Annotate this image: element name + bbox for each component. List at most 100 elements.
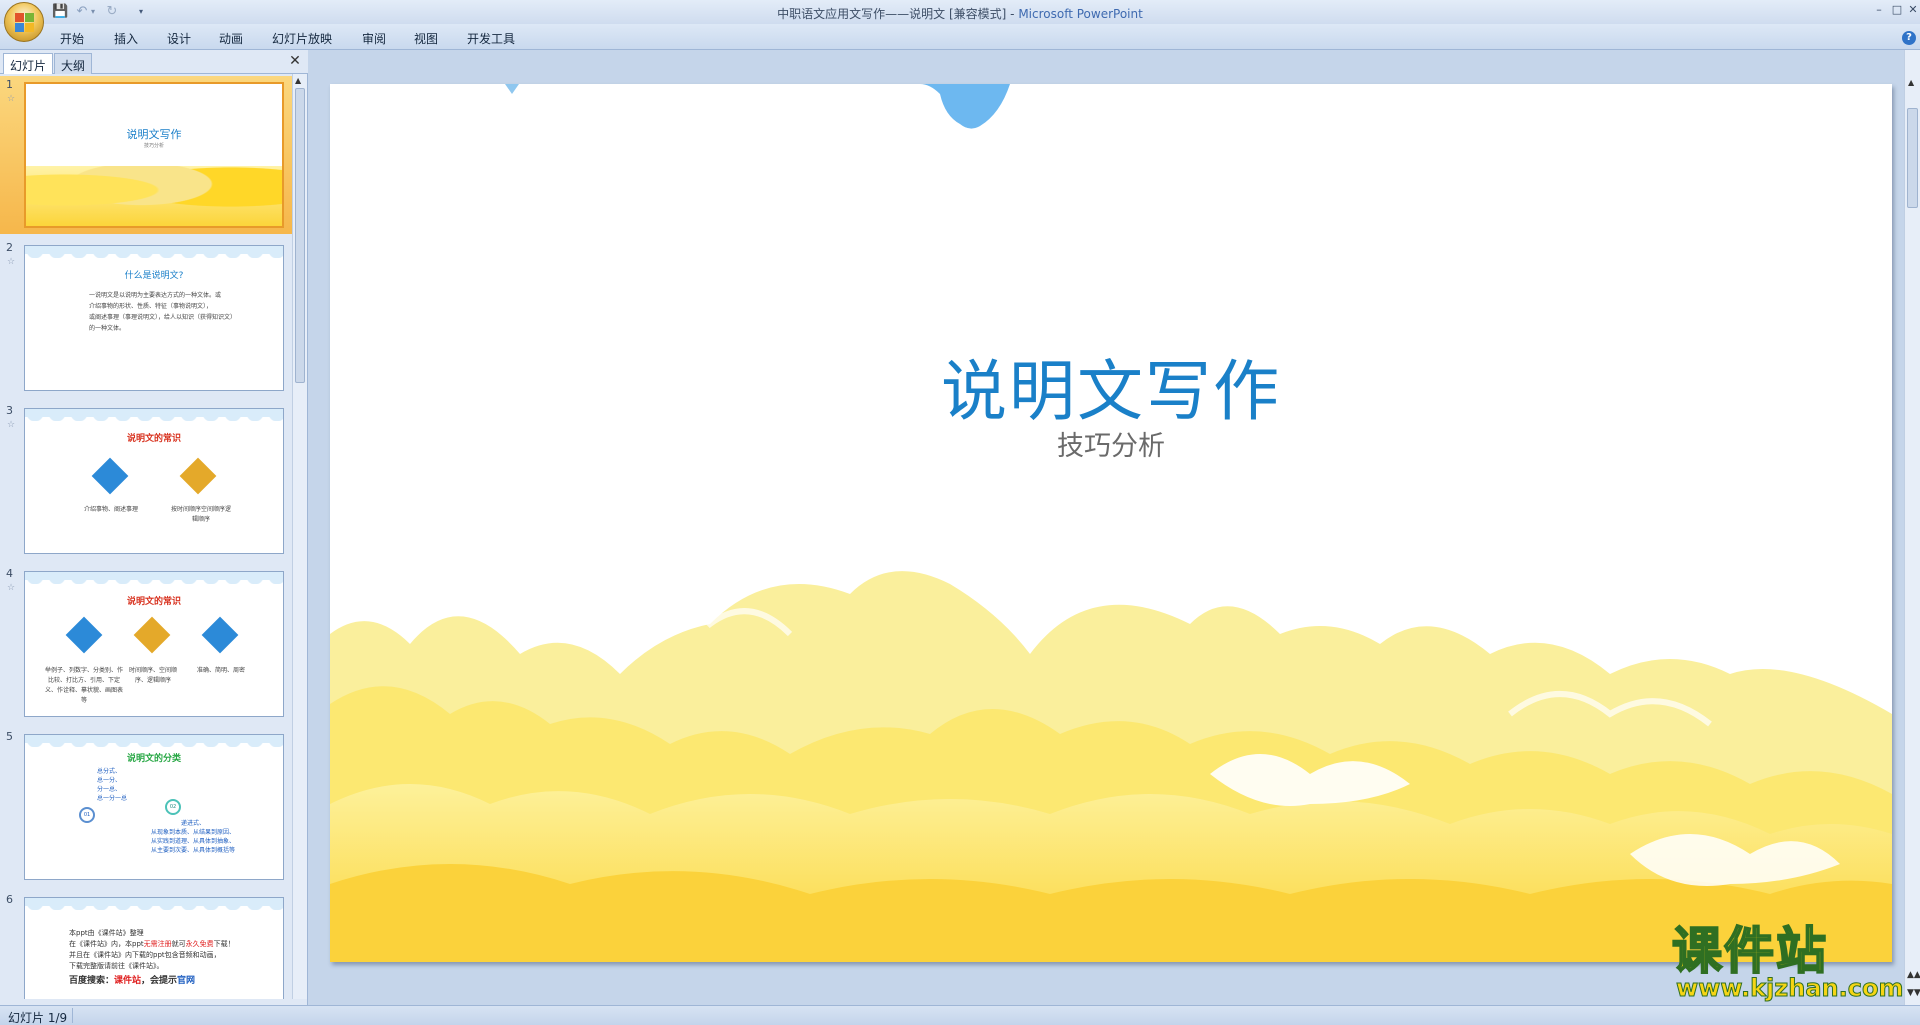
thumb-body-line: 或阐述事理（事理说明文），给人以知识（获得知识文） xyxy=(89,314,237,321)
thumb-list-a: 总分式、 总一分、 分一总、 总一分一总 xyxy=(97,767,157,803)
promo-highlight: 永久免费 xyxy=(185,940,214,948)
thumb-caption: 准确、简明、周密 xyxy=(197,667,246,674)
thumb-list-item: 总一分、 xyxy=(97,777,122,784)
slide-preview[interactable]: 本ppt由《课件站》整理 在《课件站》内，本ppt无需注册就可永久免费下载！ 并… xyxy=(24,897,284,999)
thumb-diamond-blue xyxy=(201,616,239,654)
previous-slide-icon[interactable]: ▲▲ xyxy=(1907,970,1920,980)
thumb-body-line: 一说明文是以说明为主要表达方式的一种文体。或 xyxy=(89,292,222,299)
thumbnail-list: 1 ☆ 说明文写作 技巧分析 2 ☆ 什么是说明文? 一说明文是以说明为主要表达… xyxy=(0,74,292,999)
slide-number: 3 xyxy=(6,404,13,417)
thumb-caption: 介绍事物、阐述事理 xyxy=(83,506,138,513)
slide-preview[interactable]: 说明文的分类 总分式、 总一分、 分一总、 总一分一总 01 02 递进式、 从… xyxy=(24,734,284,880)
thumb-body: 一说明文是以说明为主要表达方式的一种文体。或 介绍事物的形状、性质、特征（事物说… xyxy=(89,290,243,334)
promo-highlight: 课件站 xyxy=(114,976,142,986)
thumb-list-b: 递进式、 从现象到本质、从结果到原因、 从实践到道理、从具体到抽象、 从主要到次… xyxy=(133,819,253,855)
thumb-cloud-top xyxy=(25,898,283,910)
tab-developer[interactable]: 开发工具 xyxy=(467,30,515,47)
close-pane-icon[interactable]: ✕ xyxy=(288,54,302,68)
office-logo-icon xyxy=(15,13,35,33)
thumb-list-item: 从实践到道理、从具体到抽象、 xyxy=(150,838,235,845)
promo-line: 本ppt由《课件站》整理 xyxy=(69,929,144,937)
thumb-caption: 举例子、列数字、分类别、作比较、打比方、引用、下定义、作诠释、摹状貌、画图表等 xyxy=(44,667,123,704)
minimize-button[interactable]: – xyxy=(1872,3,1886,17)
slide-preview[interactable]: 什么是说明文? 一说明文是以说明为主要表达方式的一种文体。或 介绍事物的形状、性… xyxy=(24,245,284,391)
thumb-heading: 说明文的分类 xyxy=(126,754,181,764)
promo-line: 百度搜索：课件站，会提示官网 xyxy=(69,976,235,987)
pane-tabs: 幻灯片 大纲 ✕ xyxy=(0,50,308,74)
tab-view[interactable]: 视图 xyxy=(414,30,438,47)
slide-preview[interactable]: 说明文的常识 举例子、列数字、分类别、作比较、打比方、引用、下定义、作诠释、摹状… xyxy=(24,571,284,717)
slide-thumbnail-3[interactable]: 3 ☆ 说明文的常识 介绍事物、阐述事理 按时间顺序空间顺序逻辑顺序 xyxy=(0,402,292,560)
slide-preview[interactable]: 说明文的常识 介绍事物、阐述事理 按时间顺序空间顺序逻辑顺序 xyxy=(24,408,284,554)
editor-scrollbar[interactable]: ▲ ▲▲ ▼▼ xyxy=(1904,50,1920,1005)
thumb-list-item: 总分式、 xyxy=(97,768,122,775)
close-button[interactable]: ✕ xyxy=(1906,3,1920,17)
promo-highlight: 无需注册 xyxy=(143,940,172,948)
thumb-heading: 说明文的常识 xyxy=(126,597,181,607)
thumb-heading: 说明文的常识 xyxy=(126,434,181,444)
tab-slides[interactable]: 幻灯片 xyxy=(3,53,54,74)
thumb-badge-01: 01 xyxy=(79,807,95,823)
slide-thumbnail-5[interactable]: 5 说明文的分类 总分式、 总一分、 分一总、 总一分一总 01 02 递进式、… xyxy=(0,728,292,886)
title-separator: - xyxy=(1006,7,1019,21)
tab-outline[interactable]: 大纲 xyxy=(54,53,93,74)
watermark-logo: 课件站 www.kjzhan.com xyxy=(1670,922,1906,1003)
promo-line: 下载完整版请前往《课件站》。 xyxy=(69,962,164,970)
next-slide-icon[interactable]: ▼▼ xyxy=(1907,988,1920,998)
animation-star-icon: ☆ xyxy=(7,583,16,593)
thumb-body-line: 介绍事物的形状、性质、特征（事物说明文）， xyxy=(89,303,213,310)
blue-cloud-shape xyxy=(920,84,1010,129)
slide-canvas[interactable]: 说明文写作 技巧分析 xyxy=(330,84,1892,962)
thumb-badge-02: 02 xyxy=(165,799,181,815)
thumb-cloud-top xyxy=(25,246,283,258)
slide-subtitle[interactable]: 技巧分析 xyxy=(330,424,1892,463)
office-button[interactable] xyxy=(4,2,44,42)
maximize-button[interactable]: □ xyxy=(1890,3,1904,17)
status-divider xyxy=(72,1008,73,1023)
slide-thumbnail-6[interactable]: 6 本ppt由《课件站》整理 在《课件站》内，本ppt无需注册就可永久免费下载！… xyxy=(0,891,292,999)
thumb-list-item: 从主要到次要、从具体到概括等 xyxy=(150,847,235,854)
tab-review[interactable]: 审阅 xyxy=(362,30,386,47)
thumb-body-line: 的一种文体。 xyxy=(89,325,126,332)
ribbon-tab-bar: 开始 插入 设计 动画 幻灯片放映 审阅 视图 开发工具 xyxy=(0,24,1920,50)
slide-title[interactable]: 说明文写作 xyxy=(330,338,1892,434)
promo-part: 在《课件站》内，本ppt xyxy=(69,940,144,948)
watermark-url: www.kjzhan.com xyxy=(1675,974,1904,1002)
tab-slideshow[interactable]: 幻灯片放映 xyxy=(272,30,332,47)
thumb-cloud-top xyxy=(25,572,283,584)
slide-preview[interactable]: 说明文写作 技巧分析 xyxy=(24,82,284,228)
title-bar: 💾 ↶ ▾ ↻ ▾ 中职语文应用文写作——说明文 [兼容模式] - Micros… xyxy=(0,0,1920,24)
animation-star-icon: ☆ xyxy=(7,420,16,430)
tab-home[interactable]: 开始 xyxy=(60,30,84,47)
thumbnail-scrollbar[interactable]: ▲ xyxy=(292,74,307,999)
tab-design[interactable]: 设计 xyxy=(167,30,191,47)
slide-number: 6 xyxy=(6,893,13,906)
slide-thumbnail-2[interactable]: 2 ☆ 什么是说明文? 一说明文是以说明为主要表达方式的一种文体。或 介绍事物的… xyxy=(0,239,292,397)
scroll-up-icon[interactable]: ▲ xyxy=(1908,78,1914,87)
watermark-text: 课件站 xyxy=(1671,922,1828,980)
promo-line: 在《课件站》内，本ppt无需注册就可永久免费下载！ xyxy=(69,939,235,950)
thumb-cloud-top xyxy=(25,735,283,747)
thumb-list-item: 总一分一总 xyxy=(97,795,128,802)
thumb-cloud-top xyxy=(25,409,283,421)
thumb-subtitle: 技巧分析 xyxy=(143,143,164,149)
thumb-diamond-blue xyxy=(65,616,103,654)
window-title: 中职语文应用文写作——说明文 [兼容模式] - Microsoft PowerP… xyxy=(0,5,1920,22)
app-name: Microsoft PowerPoint xyxy=(1018,7,1143,21)
scrollbar-thumb[interactable] xyxy=(295,88,305,383)
slide-thumbnail-4[interactable]: 4 ☆ 说明文的常识 举例子、列数字、分类别、作比较、打比方、引用、下定义、作诠… xyxy=(0,565,292,723)
thumb-diamond-yellow xyxy=(133,616,171,654)
help-icon[interactable]: ? xyxy=(1902,31,1916,45)
tab-insert[interactable]: 插入 xyxy=(114,30,138,47)
slide-thumbnail-1[interactable]: 1 ☆ 说明文写作 技巧分析 xyxy=(0,76,292,234)
thumb-list-item: 递进式、 xyxy=(180,820,205,827)
scrollbar-thumb[interactable] xyxy=(1907,108,1918,208)
thumb-title: 说明文写作 xyxy=(126,128,182,141)
promo-part: 百度搜索： xyxy=(69,976,115,986)
slide-editor: 说明文写作 技巧分析 xyxy=(308,50,1904,1005)
scroll-up-icon[interactable]: ▲ xyxy=(295,76,301,85)
tab-animations[interactable]: 动画 xyxy=(219,30,243,47)
thumb-diamond-blue xyxy=(91,457,129,495)
slide-number: 2 xyxy=(6,241,13,254)
promo-highlight: 官网 xyxy=(177,976,196,986)
